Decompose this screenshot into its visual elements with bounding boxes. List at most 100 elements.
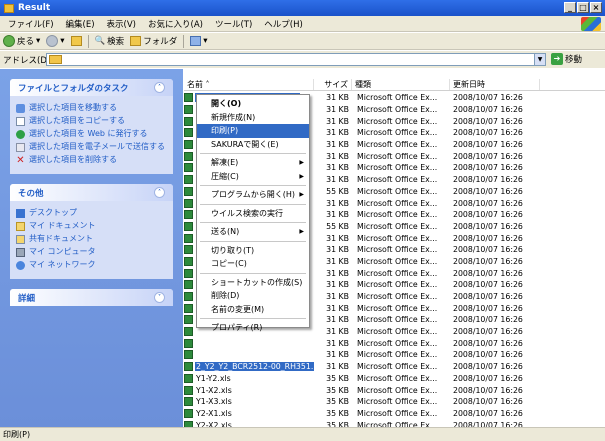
file-tasks-header[interactable]: ファイルとフォルダのタスク ˄ [10,79,173,96]
file-date: 2008/10/07 16:26 [453,303,523,313]
place-my-computer[interactable]: マイ コンピュータ [16,247,167,257]
chevron-down-icon: ▾ [203,36,208,46]
menu-separator [200,222,306,223]
context-menu-item[interactable]: 名前の変更(M) [197,303,309,317]
go-arrow-icon: ➔ [551,53,563,65]
menu-favorites[interactable]: お気に入り(A) [142,18,209,30]
excel-file-icon [184,93,193,103]
place-desktop[interactable]: デスクトップ [16,208,167,218]
file-type: Microsoft Office Ex... [357,105,438,115]
excel-file-icon [184,280,193,290]
excel-file-icon [184,362,193,372]
menu-tools[interactable]: ツール(T) [209,18,258,30]
address-input[interactable]: ▼ [46,53,546,66]
status-bar: 印刷(P) [0,427,605,441]
file-date: 2008/10/07 16:26 [453,128,523,138]
file-size: 31 KB [326,268,349,278]
go-button[interactable]: ➔ 移動 [551,53,582,65]
task-move[interactable]: 選択した項目を移動する [16,103,167,113]
views-button[interactable]: ▾ [190,36,207,46]
file-name: Y1-X2.xls [196,385,232,395]
file-size: 31 KB [326,280,349,290]
file-type: Microsoft Office Ex... [357,362,438,372]
task-publish-web[interactable]: 選択した項目を Web に発行する [16,129,167,139]
file-size: 31 KB [326,256,349,266]
menu-item-label: プロパティ(R) [211,323,263,333]
search-button[interactable]: 🔍 検索 [95,35,125,47]
column-name[interactable]: 名前 ˄ [184,79,314,90]
excel-file-icon [184,151,193,161]
column-size[interactable]: サイズ [314,79,352,90]
context-menu-item[interactable]: 開く(O) [197,97,309,111]
menu-item-label: 削除(D) [211,291,240,301]
other-places-header[interactable]: その他 ˄ [10,184,173,201]
close-button[interactable]: × [590,2,602,13]
submenu-arrow-icon: ▶ [299,191,304,199]
context-menu-item[interactable]: 解凍(E) ▶ [197,156,309,170]
menu-file[interactable]: ファイル(F) [2,18,60,30]
maximize-button[interactable]: □ [577,2,589,13]
file-type: Microsoft Office Ex... [357,397,438,407]
file-size: 31 KB [326,93,349,103]
place-my-network[interactable]: マイ ネットワーク [16,260,167,270]
back-button[interactable]: 戻る ▾ [3,35,40,47]
context-menu-item[interactable]: プロパティ(R) [197,321,309,335]
context-menu-item[interactable]: SAKURAで開く(E) [197,138,309,152]
place-my-documents[interactable]: マイ ドキュメント [16,221,167,231]
excel-file-icon [184,338,193,348]
column-date[interactable]: 更新日時 [450,79,540,90]
task-delete[interactable]: ✕ 選択した項目を削除する [16,155,167,166]
excel-file-icon [184,186,193,196]
address-label: アドレス(D) [3,55,51,66]
file-row[interactable]: Y2-X1.xls 35 KB Microsoft Office Ex... 2008… [184,408,605,420]
context-menu-item[interactable]: ウイルス検索の実行 [197,207,309,221]
context-menu-item[interactable]: 印刷(P) [197,124,309,138]
folders-button[interactable]: フォルダ [130,35,177,47]
file-type: Microsoft Office Ex... [357,327,438,337]
window-controls: _ □ × [564,2,602,13]
file-size: 35 KB [326,408,349,418]
file-type: Microsoft Office Ex... [357,140,438,150]
collapse-icon[interactable]: ˄ [154,82,165,93]
menu-edit[interactable]: 編集(E) [60,18,101,30]
task-email[interactable]: 選択した項目を電子メールで送信する [16,142,167,152]
context-menu-item[interactable]: 削除(D) [197,289,309,303]
excel-file-icon [184,268,193,278]
address-dropdown-button[interactable]: ▼ [534,54,545,65]
file-row[interactable]: Y1-X3.xls 35 KB Microsoft Office Ex... 2008… [184,396,605,408]
details-header[interactable]: 詳細 ˅ [10,289,173,306]
place-shared-documents[interactable]: 共有ドキュメント [16,234,167,244]
file-row[interactable]: Y1-X2.xls 35 KB Microsoft Office Ex... 2008… [184,384,605,396]
file-row[interactable]: 31 KB Microsoft Office Ex... 2008/10/07 16… [184,337,605,349]
globe-icon [16,130,25,139]
collapse-icon[interactable]: ˄ [154,187,165,198]
context-menu-item[interactable]: 送る(N) ▶ [197,225,309,239]
context-menu-item[interactable]: 新規作成(N) [197,111,309,125]
context-menu-item[interactable]: 切り取り(T) [197,244,309,258]
windows-logo-icon [581,17,601,31]
task-copy[interactable]: 選択した項目をコピーする [16,116,167,126]
expand-icon[interactable]: ˅ [154,292,165,303]
file-name: Y1-X3.xls [196,397,232,407]
file-size: 31 KB [326,315,349,325]
up-folder-button[interactable] [70,36,82,46]
file-row[interactable]: Y1-Y2.xls 35 KB Microsoft Office Ex... 2008… [184,373,605,385]
excel-file-icon [184,408,193,418]
menu-help[interactable]: ヘルプ(H) [258,18,309,30]
context-menu-item[interactable]: プログラムから開く(H) ▶ [197,188,309,202]
mail-icon [16,143,25,152]
context-menu-item[interactable]: 圧縮(C) ▶ [197,170,309,184]
forward-button[interactable]: ▾ [46,35,65,47]
menu-item-label: プログラムから開く(H) [211,190,296,200]
file-row[interactable]: 2_Y2_Y2_BCR2512-00_RH351... 31 KB Microsof… [184,361,605,373]
context-menu-item[interactable]: ショートカットの作成(S) [197,276,309,290]
file-row[interactable]: Y2-X2.xls 35 KB Microsoft Office Ex... 2008… [184,419,605,427]
minimize-button[interactable]: _ [564,2,576,13]
chevron-down-icon: ▾ [60,36,65,46]
menu-view[interactable]: 表示(V) [101,18,142,30]
context-menu-item[interactable]: コピー(C) [197,257,309,271]
file-row[interactable]: 31 KB Microsoft Office Ex... 2008/10/07 16… [184,349,605,361]
task-pane: ファイルとフォルダのタスク ˄ 選択した項目を移動する 選択した項目をコピーする… [0,69,183,427]
column-type[interactable]: 種類 [352,79,450,90]
menu-bar: ファイル(F) 編集(E) 表示(V) お気に入り(A) ツール(T) ヘルプ(… [0,16,605,32]
